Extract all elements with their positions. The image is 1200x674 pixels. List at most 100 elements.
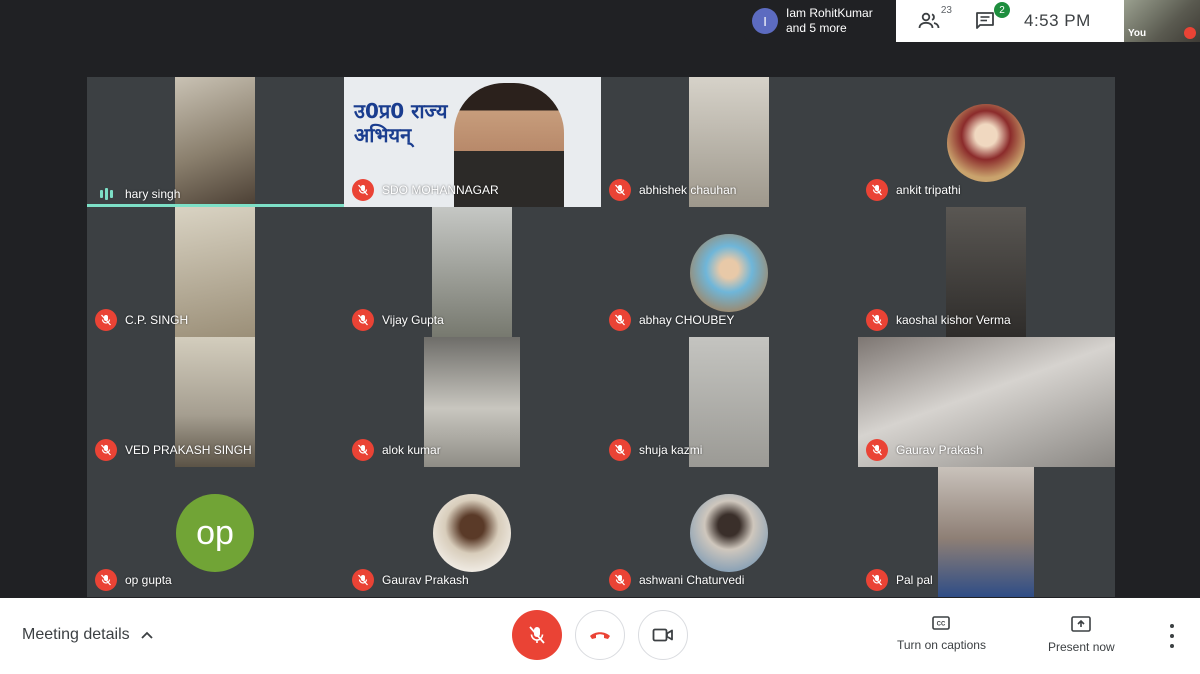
video-camera-icon: [652, 628, 673, 642]
people-icon: [918, 12, 940, 29]
mic-off-icon: [866, 569, 888, 591]
participant-name-row: hary singh: [95, 187, 180, 201]
mic-off-icon: [609, 439, 631, 461]
mic-off-icon: [352, 439, 374, 461]
participant-tile[interactable]: abhishek chauhan: [601, 77, 858, 207]
more-options-button[interactable]: [1162, 624, 1182, 648]
participant-avatar: [690, 494, 768, 572]
participant-name: VED PRAKASH SINGH: [125, 443, 252, 457]
chevron-up-icon: [140, 631, 153, 639]
mic-off-icon: [95, 309, 117, 331]
participant-video: [432, 207, 512, 337]
participant-avatar: [947, 104, 1025, 182]
microphone-toggle-button[interactable]: [512, 610, 562, 660]
participant-name-row: abhay CHOUBEY: [609, 309, 734, 331]
participant-video: [175, 77, 255, 207]
participant-name: abhishek chauhan: [639, 183, 737, 197]
participant-name-row: VED PRAKASH SINGH: [95, 439, 252, 461]
more-options-dot: [1170, 634, 1174, 638]
speaking-indicator-bar: [109, 190, 113, 198]
joiner-text-line1: Iam RohitKumar: [786, 6, 873, 20]
participant-name-row: ankit tripathi: [866, 179, 961, 201]
speaking-indicator-icon: [95, 188, 117, 200]
participant-name-row: ashwani Chaturvedi: [609, 569, 744, 591]
participant-tile[interactable]: op op gupta: [87, 467, 344, 597]
participant-tile[interactable]: उ0प्र0 राज्य अभियन् SDO MOHANNAGAR: [344, 77, 601, 207]
participant-name-row: alok kumar: [352, 439, 441, 461]
participant-tile[interactable]: ashwani Chaturvedi: [601, 467, 858, 597]
meeting-info-bar: 23 2 4:53 PM: [896, 0, 1124, 42]
present-now-button[interactable]: Present now: [1048, 616, 1115, 654]
participant-tile[interactable]: VED PRAKASH SINGH: [87, 337, 344, 467]
mic-off-icon: [609, 179, 631, 201]
participant-name: kaoshal kishor Verma: [896, 313, 1011, 327]
mic-off-icon: [352, 179, 374, 201]
participant-name: op gupta: [125, 573, 172, 587]
people-count: 23: [940, 5, 952, 16]
chat-icon: [976, 12, 994, 29]
more-options-dot: [1170, 644, 1174, 648]
clock: 4:53 PM: [1024, 11, 1091, 30]
participant-name-row: Pal pal: [866, 569, 933, 591]
participant-tile[interactable]: Gaurav Prakash: [344, 467, 601, 597]
self-view[interactable]: You: [1124, 0, 1200, 42]
mic-off-icon: [866, 179, 888, 201]
meeting-details-button[interactable]: Meeting details: [22, 626, 154, 644]
participant-name-row: Gaurav Prakash: [866, 439, 983, 461]
present-now-label: Present now: [1048, 640, 1115, 654]
leave-call-button[interactable]: [575, 610, 625, 660]
mic-off-icon: [352, 569, 374, 591]
participant-name-row: Vijay Gupta: [352, 309, 444, 331]
participant-tile[interactable]: Vijay Gupta: [344, 207, 601, 337]
chat-unread-badge: 2: [994, 2, 1010, 18]
participant-tile[interactable]: hary singh: [87, 77, 344, 207]
speaking-indicator-bar: [99, 190, 103, 198]
participant-name: ashwani Chaturvedi: [639, 573, 745, 587]
participant-name: abhay CHOUBEY: [639, 313, 735, 327]
captions-button[interactable]: CC Turn on captions: [897, 616, 986, 652]
call-controls-bar: Meeting details CC Turn on captions Pres…: [0, 598, 1200, 674]
participant-video: [938, 467, 1034, 597]
meeting-details-label: Meeting details: [22, 626, 130, 643]
mic-off-icon: [529, 626, 545, 644]
hang-up-icon: [590, 632, 610, 639]
captions-label: Turn on captions: [897, 638, 986, 652]
participant-name-row: abhishek chauhan: [609, 179, 736, 201]
joiner-avatar: I: [752, 8, 778, 34]
mic-off-icon: [609, 569, 631, 591]
mic-off-icon: [95, 439, 117, 461]
joiner-text: Iam RohitKumar and 5 more: [786, 6, 873, 36]
participant-tile[interactable]: Gaurav Prakash: [858, 337, 1115, 467]
participant-name: Gaurav Prakash: [896, 443, 983, 457]
initials-avatar: op: [176, 494, 254, 572]
closed-captions-icon: CC: [932, 616, 951, 630]
self-mic-off-icon: [1184, 27, 1196, 39]
speaking-indicator-bar: [104, 188, 108, 200]
participant-tile[interactable]: abhay CHOUBEY: [601, 207, 858, 337]
participant-tile[interactable]: Pal pal: [858, 467, 1115, 597]
participant-name: ankit tripathi: [896, 183, 961, 197]
recent-joiners-notice[interactable]: I Iam RohitKumar and 5 more: [744, 0, 896, 42]
participant-tile[interactable]: shuja kazmi: [601, 337, 858, 467]
participant-avatar: [690, 234, 768, 312]
participant-tile[interactable]: ankit tripathi: [858, 77, 1115, 207]
participant-avatar: [433, 494, 511, 572]
participant-name: SDO MOHANNAGAR: [382, 183, 499, 197]
chat-button[interactable]: 2: [972, 2, 1010, 34]
participant-tile[interactable]: kaoshal kishor Verma: [858, 207, 1115, 337]
participant-name: Vijay Gupta: [382, 313, 444, 327]
mic-off-icon: [95, 569, 117, 591]
participant-name: C.P. SINGH: [125, 313, 189, 327]
participant-name: Pal pal: [896, 573, 933, 587]
svg-text:CC: CC: [937, 622, 946, 628]
participant-name: hary singh: [125, 187, 181, 201]
participant-name: alok kumar: [382, 443, 441, 457]
mic-off-icon: [352, 309, 374, 331]
people-button[interactable]: 23: [916, 5, 952, 34]
camera-toggle-button[interactable]: [638, 610, 688, 660]
mic-off-icon: [609, 309, 631, 331]
participant-name-row: shuja kazmi: [609, 439, 702, 461]
participant-tile[interactable]: C.P. SINGH: [87, 207, 344, 337]
participant-name-row: Gaurav Prakash: [352, 569, 469, 591]
participant-tile[interactable]: alok kumar: [344, 337, 601, 467]
